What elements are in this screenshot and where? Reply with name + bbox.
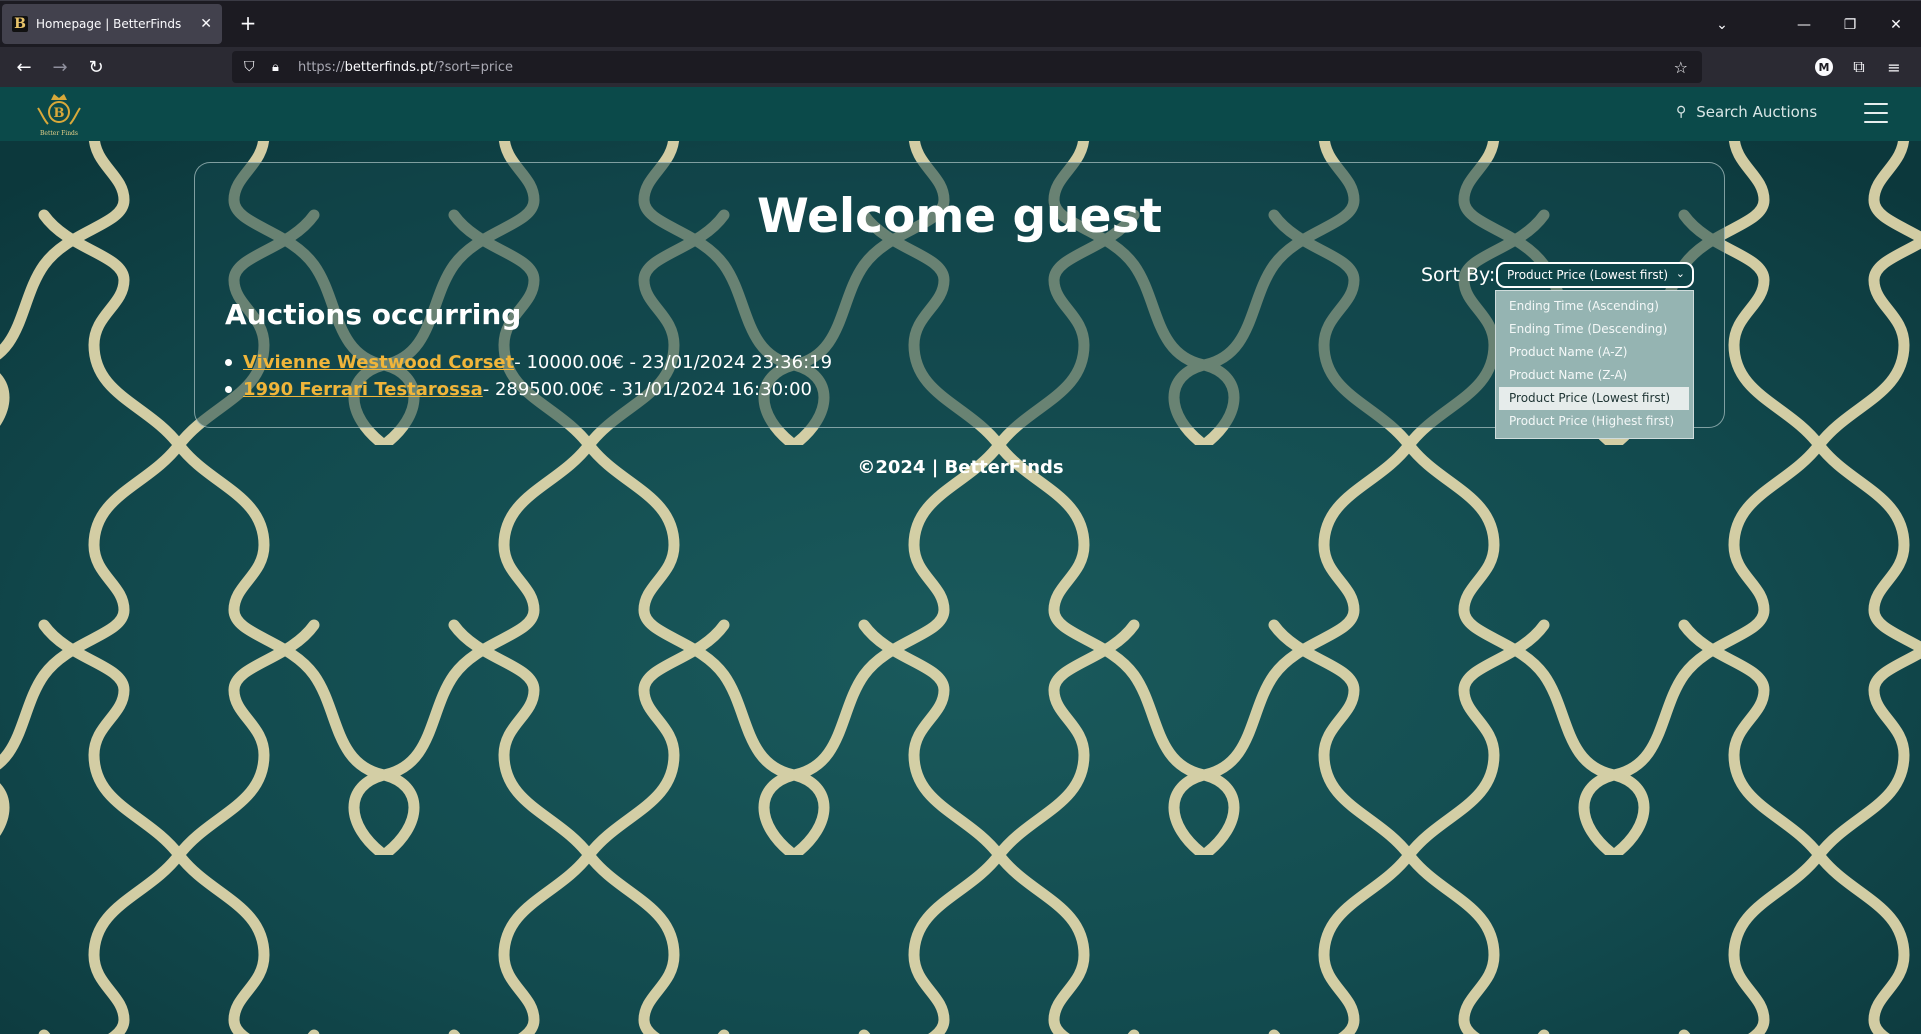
account-icon[interactable]: M bbox=[1809, 52, 1839, 82]
auction-list: Vivienne Westwood Corset - 10000.00€ - 2… bbox=[225, 349, 832, 403]
reload-icon[interactable]: ↻ bbox=[81, 52, 111, 82]
sort-option[interactable]: Product Name (A-Z) bbox=[1499, 341, 1689, 364]
url-text[interactable]: https://betterfinds.pt/?sort=price bbox=[298, 60, 513, 75]
bullet bbox=[225, 359, 232, 366]
list-item: Vivienne Westwood Corset - 10000.00€ - 2… bbox=[225, 349, 832, 376]
minimize-icon[interactable]: — bbox=[1781, 1, 1827, 48]
sort-option-selected[interactable]: Product Price (Lowest first) bbox=[1499, 387, 1689, 410]
restore-icon[interactable]: ❐ bbox=[1827, 1, 1873, 48]
web-page: B Better Finds ⚲ Search Auctions Welcome… bbox=[0, 87, 1921, 1034]
search-label: Search Auctions bbox=[1696, 103, 1818, 121]
sort-select[interactable]: Product Price (Lowest first) ⌄ bbox=[1496, 262, 1694, 288]
browser-tab[interactable]: B Homepage | BetterFinds ✕ bbox=[2, 4, 222, 44]
sort-dropdown-menu: Ending Time (Ascending) Ending Time (Des… bbox=[1495, 290, 1694, 439]
sort-option[interactable]: Product Price (Highest first) bbox=[1499, 410, 1689, 433]
search-auctions[interactable]: ⚲ Search Auctions bbox=[1676, 103, 1817, 121]
browser-nav-bar: ← → ↻ ⛉ 🔒︎ https://betterfinds.pt/?sort=… bbox=[0, 47, 1921, 87]
auction-details: - 289500.00€ - 31/01/2024 16:30:00 bbox=[482, 379, 812, 400]
favicon-icon: B bbox=[12, 16, 28, 32]
auction-details: - 10000.00€ - 23/01/2024 23:36:19 bbox=[514, 352, 833, 373]
extensions-icon[interactable]: ⧉ bbox=[1844, 52, 1874, 82]
tab-close-icon[interactable]: ✕ bbox=[200, 16, 212, 32]
sort-option[interactable]: Ending Time (Descending) bbox=[1499, 318, 1689, 341]
forward-icon[interactable]: → bbox=[45, 52, 75, 82]
svg-text:B: B bbox=[54, 106, 65, 121]
page-title: Welcome guest bbox=[757, 189, 1162, 244]
betterfinds-logo[interactable]: B Better Finds bbox=[32, 90, 86, 138]
auction-link[interactable]: Vivienne Westwood Corset bbox=[243, 349, 514, 376]
url-bar[interactable]: ⛉ 🔒︎ https://betterfinds.pt/?sort=price … bbox=[232, 51, 1702, 83]
lock-icon[interactable]: 🔒︎ bbox=[272, 60, 288, 75]
sort-option[interactable]: Product Name (Z-A) bbox=[1499, 364, 1689, 387]
tab-title: Homepage | BetterFinds bbox=[36, 17, 182, 31]
back-icon[interactable]: ← bbox=[9, 52, 39, 82]
hamburger-menu-icon[interactable] bbox=[1864, 103, 1888, 123]
browser-tab-bar: B Homepage | BetterFinds ✕ + ⌄ — ❐ ✕ bbox=[0, 0, 1921, 47]
sort-option[interactable]: Ending Time (Ascending) bbox=[1499, 295, 1689, 318]
window-close-icon[interactable]: ✕ bbox=[1873, 1, 1919, 48]
shield-icon[interactable]: ⛉ bbox=[244, 59, 262, 75]
site-header: B Better Finds ⚲ Search Auctions bbox=[0, 87, 1921, 141]
menu-icon[interactable]: ≡ bbox=[1879, 52, 1909, 82]
bullet bbox=[225, 386, 232, 393]
search-icon: ⚲ bbox=[1676, 104, 1687, 120]
auctions-heading: Auctions occurring bbox=[225, 298, 522, 331]
footer-text: ©2024 | BetterFinds bbox=[857, 457, 1064, 478]
bookmark-star-icon[interactable]: ☆ bbox=[1674, 58, 1688, 77]
auction-link[interactable]: 1990 Ferrari Testarossa bbox=[243, 376, 483, 403]
svg-text:Better Finds: Better Finds bbox=[40, 130, 78, 137]
chevron-down-icon: ⌄ bbox=[1675, 267, 1685, 280]
sort-selected-value: Product Price (Lowest first) bbox=[1507, 268, 1669, 282]
tab-list-icon[interactable]: ⌄ bbox=[1699, 1, 1745, 48]
sort-label: Sort By: bbox=[1421, 264, 1496, 286]
list-item: 1990 Ferrari Testarossa - 289500.00€ - 3… bbox=[225, 376, 832, 403]
new-tab-button[interactable]: + bbox=[234, 9, 262, 37]
